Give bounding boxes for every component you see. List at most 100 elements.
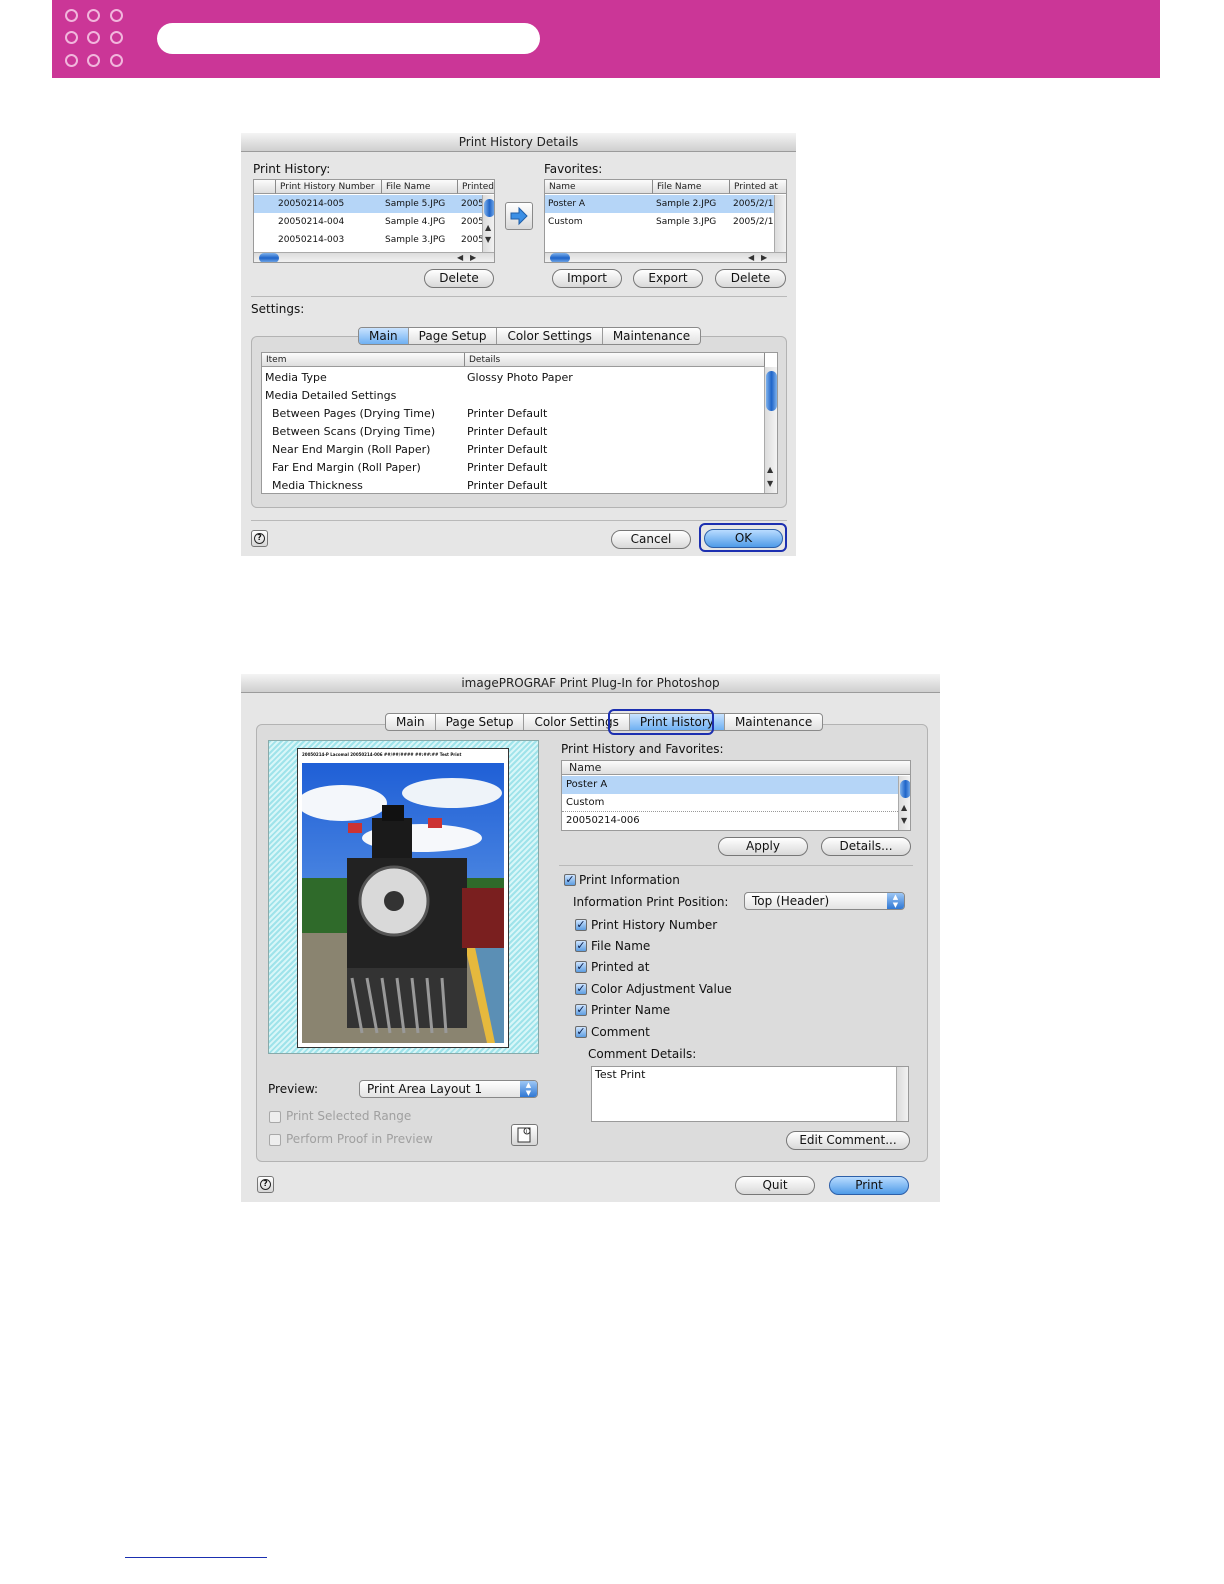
- settings-table[interactable]: Item Details Media Type Glossy Photo Pap…: [261, 352, 778, 494]
- scroll-thumb[interactable]: [900, 780, 910, 798]
- favorites-list[interactable]: Name File Name Printed at Poster A Sampl…: [544, 179, 787, 263]
- print-history-number-checkbox[interactable]: ✓: [575, 919, 587, 931]
- history-favorites-list[interactable]: Name Poster A Custom 20050214-006 ▲ ▼: [561, 760, 911, 831]
- column-header-item[interactable]: Item: [262, 353, 465, 367]
- table-row[interactable]: 20050214-004 Sample 4.JPG 2005: [254, 213, 484, 231]
- circle-icon: [87, 54, 100, 67]
- question-icon: ?: [254, 533, 265, 544]
- print-history-list[interactable]: Print History Number File Name Printed 2…: [253, 179, 495, 263]
- tab-main[interactable]: Main: [359, 328, 409, 344]
- column-header-file-name[interactable]: File Name: [653, 180, 730, 194]
- table-row[interactable]: Custom Sample 3.JPG 2005/2/1: [545, 213, 774, 231]
- vertical-scrollbar[interactable]: ▲ ▼: [764, 367, 777, 493]
- print-selected-range-label: Print Selected Range: [286, 1109, 412, 1123]
- vertical-scrollbar[interactable]: ▲ ▼: [482, 195, 494, 252]
- column-header-print-history-number[interactable]: Print History Number: [276, 180, 382, 194]
- tab-page-setup[interactable]: Page Setup: [409, 328, 498, 344]
- table-row[interactable]: Near End Margin (Roll Paper) Printer Def…: [262, 441, 762, 459]
- scroll-thumb[interactable]: [484, 199, 494, 217]
- scroll-up-icon[interactable]: ▲: [767, 465, 773, 474]
- vertical-scrollbar[interactable]: [896, 1067, 908, 1121]
- comment-text: Test Print: [595, 1068, 646, 1081]
- file-name-checkbox[interactable]: ✓: [575, 940, 587, 952]
- comment-textarea[interactable]: Test Print: [591, 1066, 909, 1122]
- color-adjustment-checkbox[interactable]: ✓: [575, 983, 587, 995]
- vertical-scrollbar[interactable]: [774, 195, 786, 252]
- delete-favorites-button[interactable]: Delete: [715, 269, 786, 288]
- file-name-label: File Name: [591, 939, 651, 953]
- apply-button[interactable]: Apply: [718, 837, 808, 856]
- tab-page-setup[interactable]: Page Setup: [436, 714, 525, 730]
- column-header-printed-at[interactable]: Printed at: [730, 180, 786, 194]
- table-row[interactable]: 20050214-003 Sample 3.JPG 2005: [254, 231, 484, 249]
- scroll-up-icon[interactable]: ▲: [485, 223, 491, 232]
- export-button[interactable]: Export: [633, 269, 703, 288]
- details-button[interactable]: Details...: [821, 837, 911, 856]
- table-row[interactable]: Far End Margin (Roll Paper) Printer Defa…: [262, 459, 762, 477]
- info-position-label: Information Print Position:: [573, 895, 729, 909]
- settings-tab-bar: Main Page Setup Color Settings Maintenan…: [358, 327, 702, 345]
- print-selected-range-checkbox[interactable]: [269, 1111, 281, 1123]
- tab-main[interactable]: Main: [386, 714, 436, 730]
- tab-maintenance[interactable]: Maintenance: [725, 714, 822, 730]
- circle-icon: [87, 9, 100, 22]
- info-position-select[interactable]: Top (Header) ▲ ▼: [744, 892, 905, 910]
- horizontal-scrollbar[interactable]: ◀ ▶: [545, 252, 786, 262]
- list-item[interactable]: Poster A: [562, 776, 898, 794]
- table-row[interactable]: Between Pages (Drying Time) Printer Defa…: [262, 405, 762, 423]
- circle-icon: [110, 9, 123, 22]
- tab-maintenance[interactable]: Maintenance: [603, 328, 700, 344]
- list-item[interactable]: Custom: [562, 794, 898, 812]
- horizontal-scrollbar[interactable]: ◀ ▶: [254, 252, 494, 262]
- scroll-down-icon[interactable]: ▼: [901, 816, 907, 825]
- table-row[interactable]: Between Scans (Drying Time) Printer Defa…: [262, 423, 762, 441]
- column-header-printed[interactable]: Printed: [458, 180, 494, 194]
- scroll-thumb[interactable]: [766, 371, 777, 411]
- vertical-scrollbar[interactable]: ▲ ▼: [898, 776, 910, 830]
- scroll-left-icon[interactable]: ◀: [748, 253, 754, 262]
- table-row[interactable]: Media Detailed Settings: [262, 387, 762, 405]
- column-header-details[interactable]: Details: [465, 353, 765, 367]
- scroll-right-icon[interactable]: ▶: [761, 253, 767, 262]
- color-adjustment-label: Color Adjustment Value: [591, 982, 732, 996]
- cancel-button[interactable]: Cancel: [611, 530, 691, 549]
- table-row[interactable]: Media Thickness Printer Default: [262, 477, 762, 493]
- preview-photo: [302, 763, 504, 1043]
- preview-select[interactable]: Print Area Layout 1 ▲ ▼: [359, 1080, 538, 1098]
- circle-icon: [110, 31, 123, 44]
- printer-name-checkbox[interactable]: ✓: [575, 1004, 587, 1016]
- edit-comment-button[interactable]: Edit Comment...: [786, 1131, 910, 1150]
- table-row[interactable]: 20050214-005 Sample 5.JPG 2005: [254, 195, 484, 213]
- import-button[interactable]: Import: [552, 269, 622, 288]
- print-information-checkbox[interactable]: ✓: [564, 874, 576, 886]
- scroll-down-icon[interactable]: ▼: [767, 479, 773, 488]
- header-title-pill: [157, 23, 540, 54]
- printed-at-checkbox[interactable]: ✓: [575, 961, 587, 973]
- tab-color-settings[interactable]: Color Settings: [497, 328, 603, 344]
- scroll-up-icon[interactable]: ▲: [901, 803, 907, 812]
- scroll-right-icon[interactable]: ▶: [470, 253, 476, 262]
- list-item[interactable]: 20050214-006: [562, 812, 898, 830]
- scroll-thumb[interactable]: [259, 253, 279, 262]
- preview-area: 20050214-P Lacomal 20050214-006 ##/##/##…: [268, 740, 539, 1054]
- print-button[interactable]: Print: [829, 1176, 909, 1195]
- quit-button[interactable]: Quit: [735, 1176, 815, 1195]
- ok-button[interactable]: OK: [704, 529, 783, 548]
- column-header-name[interactable]: Name: [562, 761, 910, 775]
- comment-checkbox[interactable]: ✓: [575, 1026, 587, 1038]
- help-button[interactable]: ?: [251, 530, 268, 547]
- perform-proof-checkbox[interactable]: [269, 1134, 281, 1146]
- proof-settings-button[interactable]: i: [511, 1124, 538, 1146]
- print-information-label: Print Information: [579, 873, 680, 887]
- scroll-down-icon[interactable]: ▼: [485, 235, 491, 244]
- scroll-thumb[interactable]: [550, 253, 570, 262]
- column-header: [254, 180, 276, 194]
- table-row[interactable]: Media Type Glossy Photo Paper: [262, 369, 762, 387]
- help-button[interactable]: ?: [257, 1176, 274, 1193]
- column-header-file-name[interactable]: File Name: [382, 180, 458, 194]
- table-row[interactable]: Poster A Sample 2.JPG 2005/2/1: [545, 195, 774, 213]
- column-header-name[interactable]: Name: [545, 180, 653, 194]
- scroll-left-icon[interactable]: ◀: [457, 253, 463, 262]
- add-to-favorites-button[interactable]: [505, 202, 533, 230]
- delete-history-button[interactable]: Delete: [424, 269, 494, 288]
